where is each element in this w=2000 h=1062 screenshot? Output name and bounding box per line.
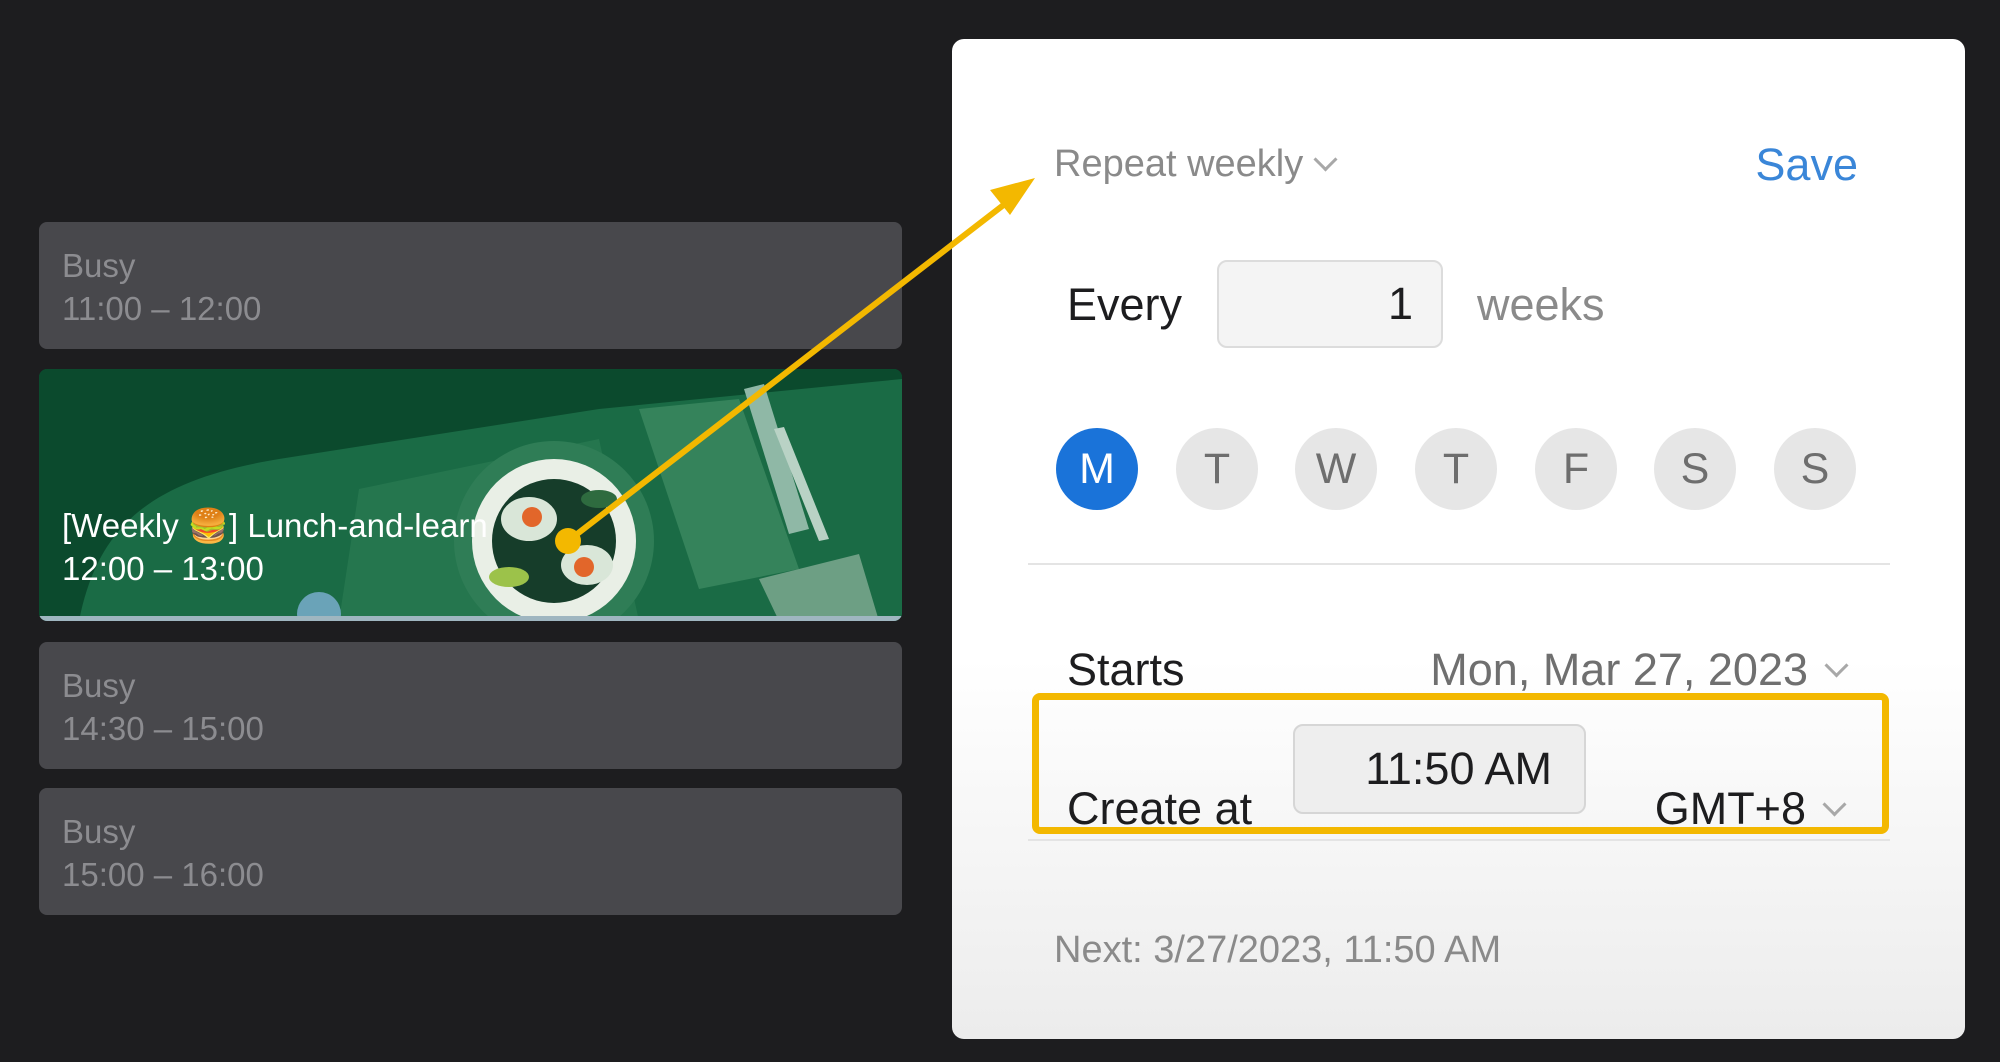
every-label: Every: [1067, 279, 1183, 330]
chevron-down-icon: [1824, 652, 1849, 678]
event-title: Busy: [62, 667, 136, 704]
calendar-event-busy[interactable]: Busy 11:00 – 12:00: [39, 222, 902, 349]
event-title: [Weekly 🍔] Lunch-and-learn: [62, 507, 488, 544]
start-date-dropdown[interactable]: Mon, Mar 27, 2023: [1430, 644, 1849, 696]
event-selected-underline: [39, 616, 902, 621]
create-time-input[interactable]: [1293, 724, 1586, 814]
day-toggle-monday[interactable]: M: [1056, 428, 1138, 510]
save-button[interactable]: Save: [1755, 139, 1858, 191]
divider: [1028, 563, 1890, 565]
day-toggle-tuesday[interactable]: T: [1176, 428, 1258, 510]
chevron-down-icon: [1822, 791, 1847, 817]
event-time: 11:00 – 12:00: [62, 290, 262, 327]
day-toggle-thursday[interactable]: T: [1415, 428, 1497, 510]
start-date-value: Mon, Mar 27, 2023: [1430, 644, 1808, 695]
day-toggle-sunday[interactable]: S: [1774, 428, 1856, 510]
timezone-dropdown[interactable]: GMT+8: [1654, 783, 1847, 835]
day-toggle-wednesday[interactable]: W: [1295, 428, 1377, 510]
timezone-value: GMT+8: [1654, 783, 1806, 834]
calendar-event-lunch-and-learn[interactable]: [Weekly 🍔] Lunch-and-learn 12:00 – 13:00: [39, 369, 902, 621]
event-title: Busy: [62, 813, 136, 850]
repeat-settings-panel: Repeat weekly Save Every weeks M T W T F…: [952, 39, 1965, 1039]
weekday-selector: M T W T F S S: [1056, 428, 1866, 510]
interval-unit-label: weeks: [1477, 279, 1605, 330]
event-time: 12:00 – 13:00: [62, 550, 264, 587]
screen: Busy 11:00 – 12:00 [Weekly 🍔] Lunch-and-…: [0, 0, 2000, 1062]
divider: [1028, 839, 1890, 841]
interval-input[interactable]: [1217, 260, 1443, 348]
repeat-frequency-dropdown[interactable]: Repeat weekly: [1054, 143, 1338, 186]
create-at-label: Create at: [1067, 783, 1253, 834]
event-time: 15:00 – 16:00: [62, 856, 264, 893]
starts-label: Starts: [1067, 644, 1185, 695]
day-toggle-saturday[interactable]: S: [1654, 428, 1736, 510]
event-title: Busy: [62, 247, 136, 284]
repeat-frequency-label: Repeat weekly: [1054, 143, 1304, 185]
event-time: 14:30 – 15:00: [62, 710, 264, 747]
calendar-event-busy[interactable]: Busy 14:30 – 15:00: [39, 642, 902, 769]
chevron-down-icon: [1313, 147, 1338, 172]
next-occurrence-text: Next: 3/27/2023, 11:50 AM: [1054, 929, 1502, 971]
calendar-event-busy[interactable]: Busy 15:00 – 16:00: [39, 788, 902, 915]
day-toggle-friday[interactable]: F: [1535, 428, 1617, 510]
